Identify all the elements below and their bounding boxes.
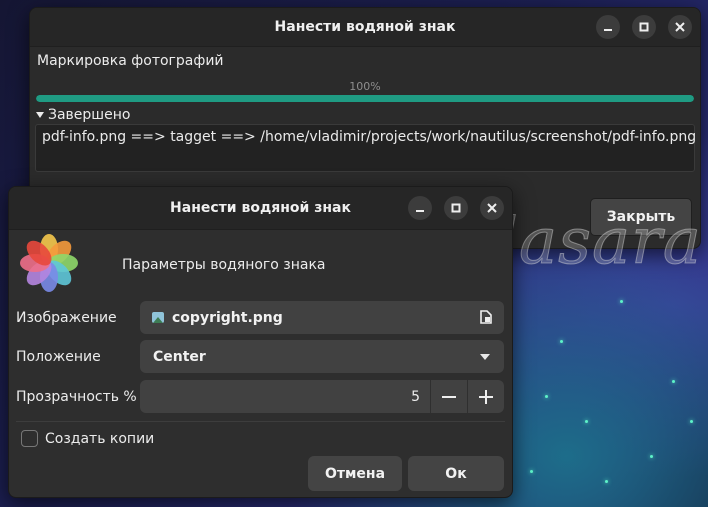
cancel-button[interactable]: Отмена bbox=[308, 456, 402, 491]
dialog-titlebar[interactable]: Нанести водяной знак bbox=[9, 187, 512, 230]
log-line: pdf-info.png ==> tagget ==> /home/vladim… bbox=[42, 129, 697, 145]
task-label: Маркировка фотографий bbox=[37, 53, 224, 69]
progress-bar bbox=[36, 95, 694, 102]
watermark-dialog: Нанести водяной знак Параметры водяного … bbox=[8, 186, 513, 498]
close-button[interactable]: Закрыть bbox=[590, 198, 692, 236]
opacity-value[interactable]: 5 bbox=[411, 389, 420, 405]
image-label: Изображение bbox=[16, 310, 117, 326]
progress-window-title: Нанести водяной знак bbox=[274, 19, 456, 35]
dialog-heading: Параметры водяного знака bbox=[122, 257, 326, 273]
expander-arrow-icon bbox=[36, 112, 44, 118]
maximize-icon[interactable] bbox=[444, 196, 468, 220]
progress-percent: 100% bbox=[349, 80, 381, 93]
create-copies-checkbox[interactable] bbox=[21, 430, 38, 447]
image-file-chooser[interactable]: copyright.png bbox=[140, 301, 504, 334]
position-dropdown[interactable]: Center bbox=[140, 340, 504, 373]
maximize-icon[interactable] bbox=[632, 15, 656, 39]
app-logo-icon bbox=[20, 234, 78, 292]
log-output[interactable]: pdf-info.png ==> tagget ==> /home/vladim… bbox=[35, 124, 697, 172]
status-expander[interactable]: Завершено bbox=[34, 107, 130, 123]
dropdown-arrow-icon bbox=[480, 354, 490, 360]
plus-icon[interactable] bbox=[467, 380, 504, 413]
close-icon[interactable] bbox=[480, 196, 504, 220]
position-label: Положение bbox=[16, 349, 101, 365]
divider bbox=[16, 421, 505, 422]
create-copies-label[interactable]: Создать копии bbox=[45, 431, 154, 447]
opacity-spinbutton[interactable]: 5 bbox=[140, 380, 504, 413]
file-chooser-icon bbox=[480, 310, 492, 324]
minus-icon[interactable] bbox=[430, 380, 467, 413]
minimize-icon[interactable] bbox=[596, 15, 620, 39]
position-value: Center bbox=[153, 348, 206, 365]
close-icon[interactable] bbox=[668, 15, 692, 39]
minimize-icon[interactable] bbox=[408, 196, 432, 220]
progress-window-titlebar[interactable]: Нанести водяной знак bbox=[30, 8, 700, 47]
image-file-value: copyright.png bbox=[172, 309, 283, 326]
progress-bar-fill bbox=[36, 95, 694, 102]
dialog-title: Нанести водяной знак bbox=[170, 200, 351, 216]
status-expander-label: Завершено bbox=[48, 107, 131, 123]
image-file-icon bbox=[152, 312, 164, 323]
opacity-label: Прозрачность % bbox=[16, 389, 137, 405]
ok-button[interactable]: Ок bbox=[408, 456, 504, 491]
